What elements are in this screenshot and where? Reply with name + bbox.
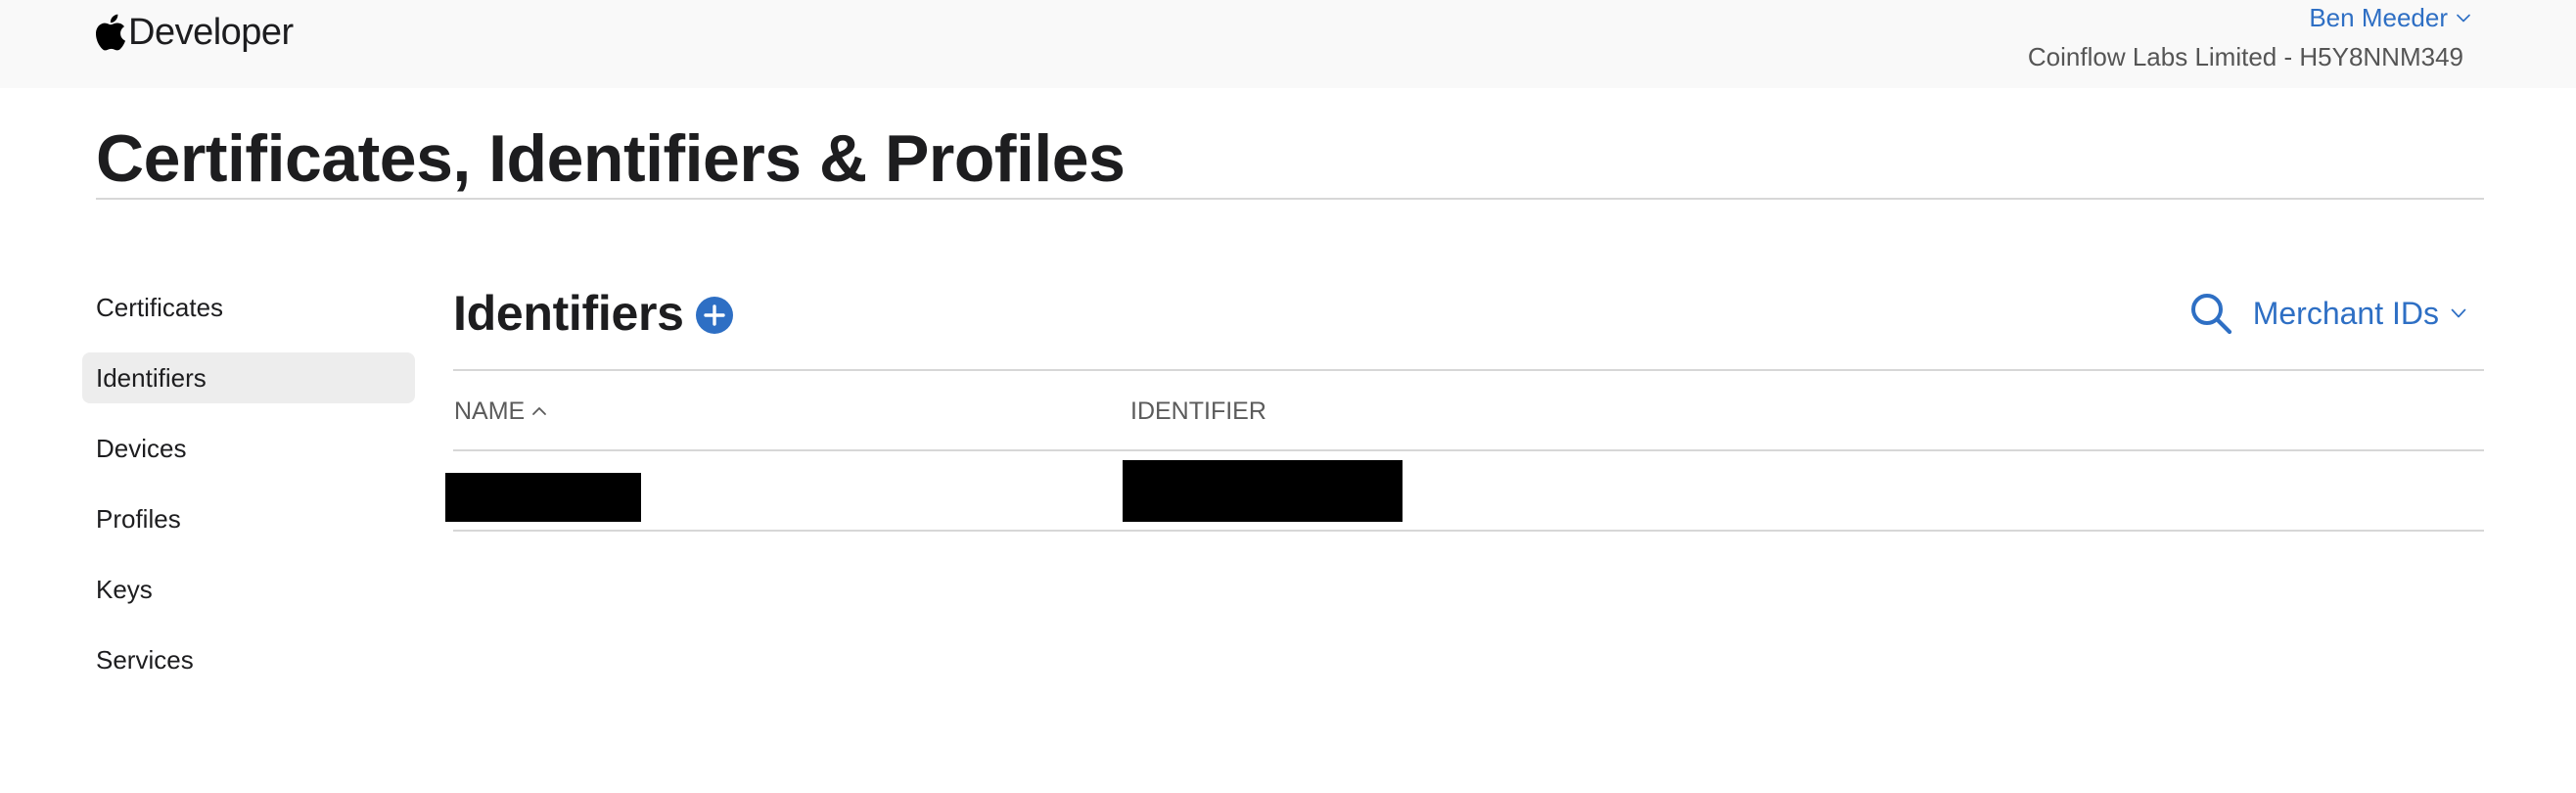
chevron-down-icon: [2451, 308, 2466, 318]
page-title: Certificates, Identifiers & Profiles: [96, 121, 1126, 196]
user-menu-button[interactable]: Ben Meeder: [2309, 0, 2470, 35]
filter-label: Merchant IDs: [2252, 295, 2439, 331]
brand-name: Developer: [128, 11, 294, 53]
sidebar-item-certificates[interactable]: Certificates: [82, 282, 415, 333]
sidebar-item-keys[interactable]: Keys: [82, 564, 415, 615]
plus-circle-icon[interactable]: [695, 296, 734, 335]
column-header-name-label: NAME: [454, 397, 526, 425]
toolbar: Merchant IDs: [2188, 279, 2466, 348]
redacted-name-cell: [445, 473, 641, 522]
section-title: Identifiers: [453, 286, 684, 341]
account-area: Ben Meeder: [2309, 0, 2470, 35]
sidebar-item-profiles[interactable]: Profiles: [82, 493, 415, 544]
sidebar-item-identifiers[interactable]: Identifiers: [82, 352, 415, 403]
table-header: NAME IDENTIFIER: [453, 390, 2484, 433]
table-bottom-divider: [453, 530, 2484, 532]
team-info: Coinflow Labs Limited - H5Y8NNM349: [2027, 42, 2463, 71]
title-divider: [96, 198, 2484, 200]
table-top-divider: [453, 369, 2484, 371]
table-row[interactable]: [445, 451, 2484, 530]
column-header-identifier[interactable]: IDENTIFIER: [1130, 390, 1266, 433]
identifier-type-filter[interactable]: Merchant IDs: [2253, 296, 2466, 332]
apple-logo-icon: [96, 14, 125, 51]
sidebar-item-services[interactable]: Services: [82, 634, 415, 685]
global-header: Developer Ben Meeder Coinflow Labs Limit…: [0, 0, 2576, 88]
sort-ascending-icon: [532, 407, 547, 415]
sidebar-nav: Certificates Identifiers Devices Profile…: [82, 282, 415, 705]
chevron-down-icon: [2457, 14, 2470, 22]
sidebar-item-devices[interactable]: Devices: [82, 423, 415, 474]
user-name: Ben Meeder: [2309, 3, 2448, 32]
redacted-identifier-cell: [1123, 460, 1403, 522]
developer-home-link[interactable]: Developer: [96, 10, 294, 55]
search-icon[interactable]: [2188, 291, 2233, 336]
section-header: Identifiers: [453, 274, 734, 352]
column-header-name[interactable]: NAME: [454, 390, 547, 433]
